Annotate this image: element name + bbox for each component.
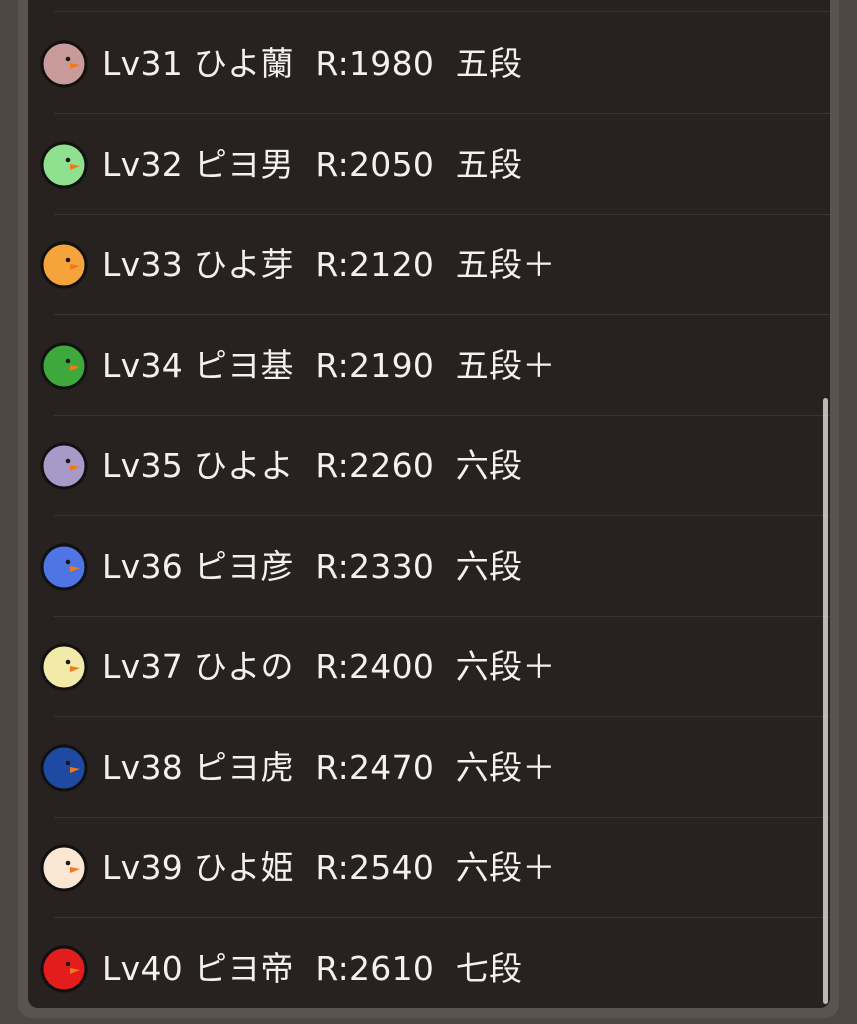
chick-body — [40, 844, 88, 892]
divider — [54, 11, 830, 12]
level-row[interactable]: Lv34 ピヨ基 R:2190 五段＋ — [28, 316, 830, 416]
level-row[interactable]: Lv33 ひよ芽 R:2120 五段＋ — [28, 215, 830, 315]
chick-eye — [65, 358, 71, 363]
chick-icon — [40, 140, 90, 190]
level-row[interactable]: Lv36 ピヨ彦 R:2330 六段 — [28, 517, 830, 617]
level-label: Lv33 ひよ芽 R:2120 五段＋ — [102, 245, 556, 284]
chick-body — [40, 744, 88, 791]
chick-icon — [40, 542, 90, 592]
level-label: Lv31 ひよ蘭 R:1980 五段 — [102, 44, 523, 83]
chick-body — [40, 643, 88, 691]
level-row[interactable]: Lv39 ひよ姫 R:2540 六段＋ — [28, 818, 830, 918]
chick-body — [40, 241, 88, 289]
level-label: Lv34 ピヨ基 R:2190 五段＋ — [102, 345, 556, 385]
chick-body — [40, 543, 88, 590]
chick-eye — [65, 458, 71, 464]
chick-body — [40, 945, 88, 992]
level-label: Lv35 ひよよ R:2260 六段 — [102, 446, 523, 485]
app-frame: Lv31 ひよ蘭 R:1980 五段 Lv32 ピヨ男 R:2050 五段 Lv33… — [0, 0, 857, 1024]
level-row[interactable]: Lv32 ピヨ男 R:2050 五段 — [28, 115, 830, 215]
chick-eye — [65, 659, 71, 665]
chick-icon — [40, 843, 90, 893]
chick-eye — [65, 559, 71, 564]
level-row[interactable]: Lv35 ひよよ R:2260 六段 — [28, 416, 830, 516]
level-label: Lv39 ひよ姫 R:2540 六段＋ — [102, 848, 556, 887]
chick-icon — [40, 642, 90, 692]
chick-eye — [65, 860, 71, 866]
level-row[interactable]: Lv38 ピヨ虎 R:2470 六段＋ — [28, 718, 830, 818]
level-list[interactable]: Lv31 ひよ蘭 R:1980 五段 Lv32 ピヨ男 R:2050 五段 Lv33… — [28, 0, 830, 1008]
scrollbar[interactable] — [823, 398, 828, 1004]
chick-eye — [65, 760, 71, 765]
chick-body — [40, 342, 88, 389]
level-label: Lv32 ピヨ男 R:2050 五段 — [102, 144, 523, 184]
chick-eye — [65, 56, 71, 62]
chick-icon — [40, 240, 90, 290]
chick-eye — [65, 257, 71, 263]
chick-icon — [40, 944, 90, 994]
level-label: Lv40 ピヨ帝 R:2610 七段 — [102, 948, 523, 988]
level-row[interactable]: Lv40 ピヨ帝 R:2610 七段 — [28, 919, 830, 1009]
level-label: Lv36 ピヨ彦 R:2330 六段 — [102, 546, 523, 586]
chick-icon — [40, 441, 90, 491]
chick-icon — [40, 743, 90, 793]
chick-eye — [65, 157, 71, 162]
level-label: Lv38 ピヨ虎 R:2470 六段＋ — [102, 747, 556, 787]
level-row[interactable]: Lv37 ひよの R:2400 六段＋ — [28, 617, 830, 717]
chick-icon — [40, 341, 90, 391]
level-label: Lv37 ひよの R:2400 六段＋ — [102, 647, 556, 686]
level-row[interactable]: Lv31 ひよ蘭 R:1980 五段 — [28, 14, 830, 114]
chick-body — [40, 40, 88, 88]
chick-body — [40, 442, 88, 490]
chick-eye — [65, 961, 71, 966]
chick-body — [40, 141, 88, 188]
chick-icon — [40, 39, 90, 89]
